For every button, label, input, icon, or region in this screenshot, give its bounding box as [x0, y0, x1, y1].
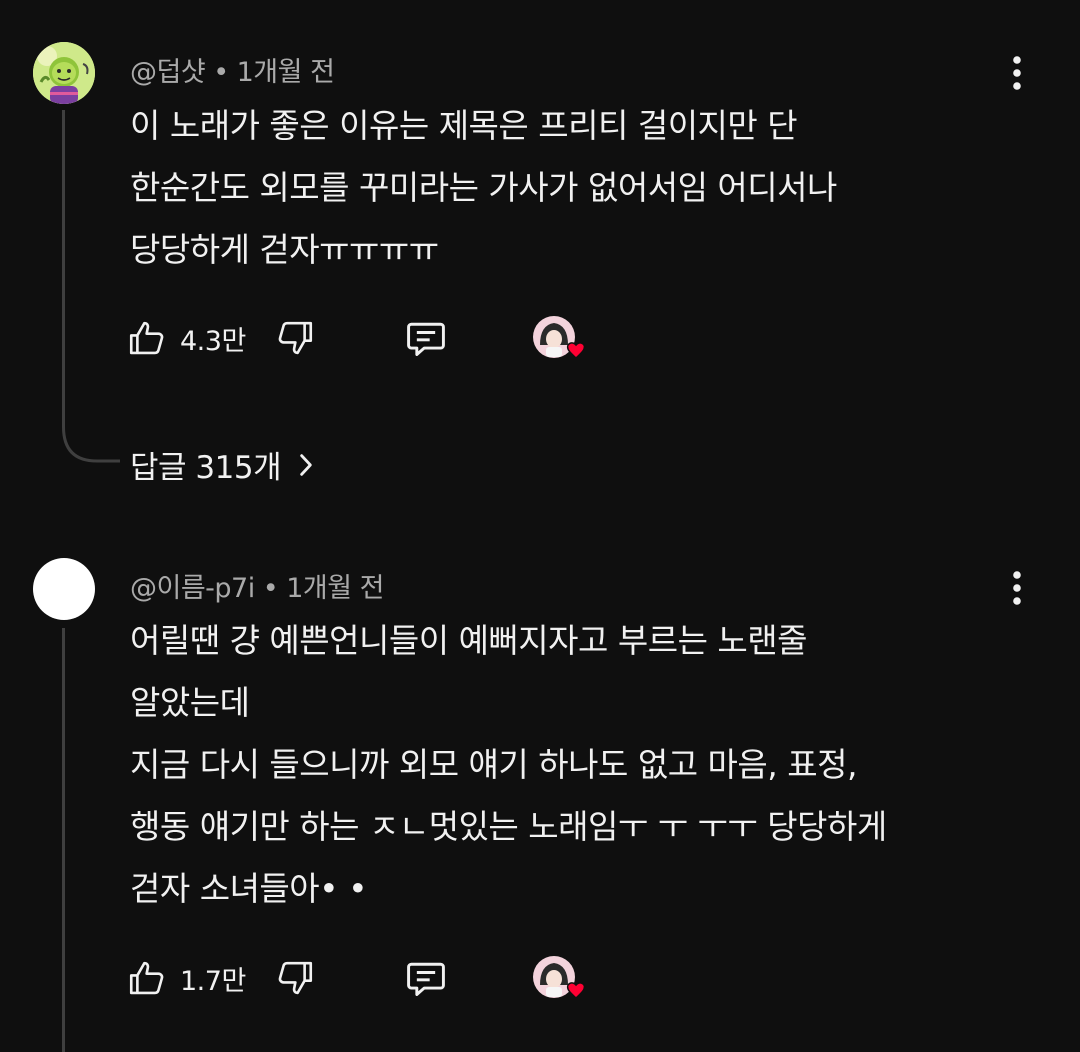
avatar-character-icon: [33, 42, 95, 104]
more-vertical-icon: [1013, 56, 1021, 90]
more-options-button[interactable]: [1000, 566, 1034, 610]
comment-author[interactable]: @이름-p7i: [130, 573, 255, 604]
thread-line: [62, 110, 65, 420]
view-replies-button[interactable]: 답글 315개: [130, 442, 321, 487]
comment-author[interactable]: @덥샷: [130, 57, 206, 88]
comment-line: 알았는데: [130, 683, 250, 722]
more-vertical-icon: [1013, 571, 1021, 605]
thumbs-up-icon: [129, 321, 164, 355]
comment-meta: @덥샷 • 1개월 전: [130, 50, 335, 89]
comment-time: 1개월 전: [236, 57, 335, 88]
thumbs-up-icon: [129, 961, 164, 995]
comment-text: 어릴땐 걍 예쁜언니들이 예뻐지자고 부르는 노랜줄 알았는데 지금 다시 들으…: [130, 610, 1030, 920]
comment-line: 지금 다시 들으니까 외모 얘기 하나도 없고 마음, 표정,: [130, 745, 857, 784]
dislike-button[interactable]: [274, 308, 316, 368]
reply-button[interactable]: [404, 308, 448, 368]
comment-line: 이 노래가 좋은 이유는 제목은 프리티 걸이지만 단: [130, 106, 798, 145]
like-count: 4.3만: [180, 325, 246, 357]
reply-button[interactable]: [404, 948, 448, 1008]
creator-heart-icon: [533, 316, 586, 360]
comment-text: 이 노래가 좋은 이유는 제목은 프리티 걸이지만 단 한순간도 외모를 꾸미라…: [130, 95, 1030, 281]
creator-heart-badge: [532, 315, 586, 361]
thumbs-down-icon: [278, 961, 313, 995]
comment-line: 걷자 소녀들아• •: [130, 869, 368, 908]
comment-icon: [407, 322, 445, 356]
comment-line: 한순간도 외모를 꾸미라는 가사가 없어서임 어디서나: [130, 168, 837, 207]
dislike-button[interactable]: [274, 948, 316, 1008]
comment-line: 행동 얘기만 하는 ㅈㄴ멋있는 노래임ㅜ ㅜ ㅜㅜ 당당하게: [130, 807, 887, 846]
meta-separator: •: [213, 57, 229, 88]
like-button[interactable]: 1.7만: [126, 948, 246, 1008]
comment-time: 1개월 전: [286, 573, 384, 604]
thread-line-curve: [62, 415, 120, 463]
like-count: 1.7만: [180, 965, 246, 997]
meta-separator: •: [262, 573, 279, 604]
creator-heart-badge: [532, 955, 586, 1001]
avatar[interactable]: [33, 42, 95, 104]
comment-icon: [407, 962, 445, 996]
chevron-right-icon: [300, 453, 312, 476]
creator-heart-icon: [533, 956, 586, 1000]
replies-count: 답글 315개: [130, 450, 282, 486]
comment-actions: 1.7만: [0, 948, 1080, 1008]
comment-line: 당당하게 걷자ㅠㅠㅠㅠ: [130, 230, 439, 269]
like-button[interactable]: 4.3만: [126, 308, 246, 368]
more-options-button[interactable]: [1000, 51, 1034, 95]
avatar[interactable]: [33, 558, 95, 620]
thumbs-down-icon: [278, 321, 313, 355]
comment-meta: @이름-p7i • 1개월 전: [130, 566, 384, 605]
comment-actions: 4.3만: [0, 308, 1080, 368]
comment-line: 어릴땐 걍 예쁜언니들이 예뻐지자고 부르는 노랜줄: [130, 621, 808, 660]
